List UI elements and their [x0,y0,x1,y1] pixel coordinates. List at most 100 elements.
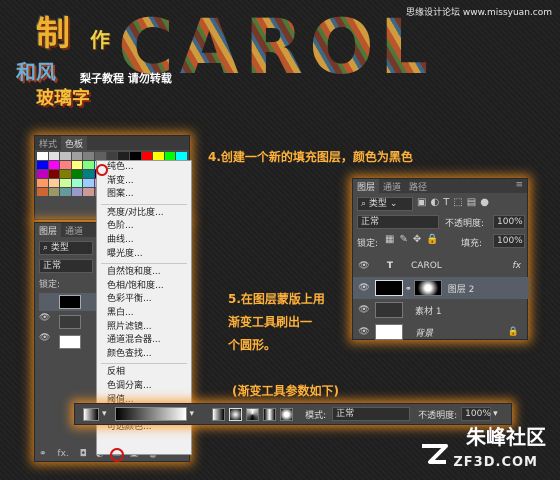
layer-mask-thumb[interactable] [413,280,442,296]
lock-pixels-icon[interactable]: ▦ [385,234,399,245]
menu-item[interactable]: 黑白... [97,307,191,321]
link-icon[interactable]: ⚭ [405,284,412,293]
chevron-down-icon[interactable]: ▾ [102,409,107,419]
color-swatch[interactable] [71,152,83,160]
move-icon[interactable]: ✥ [413,234,426,245]
blend-mode-small[interactable]: 正常 [39,259,93,273]
color-swatch[interactable] [48,152,60,160]
color-swatch[interactable] [95,152,106,160]
blend-mode-select[interactable]: 正常 [357,215,439,229]
color-swatch[interactable] [71,170,83,178]
color-swatch[interactable] [118,152,129,160]
menu-item[interactable]: 色阶... [97,220,191,234]
menu-item[interactable]: 色彩平衡... [97,293,191,307]
color-swatch[interactable] [83,161,95,169]
color-swatch[interactable] [60,152,71,160]
layer-row-background[interactable]: 👁 背景 🔒 [353,321,529,343]
eye-icon[interactable]: 👁 [357,327,371,337]
eye-icon[interactable]: 👁 [39,313,50,323]
filter-toggle-icon[interactable]: ● [480,197,493,208]
color-swatch[interactable] [83,152,95,160]
menu-item[interactable]: 照片滤镜... [97,321,191,335]
color-swatch[interactable] [60,179,71,187]
eye-icon[interactable]: 👁 [39,333,50,343]
tab-channels-small[interactable]: 通道 [61,223,87,237]
mask-icon[interactable]: ◘ [80,449,87,459]
fx-icon[interactable]: fx [513,261,522,271]
color-swatch[interactable] [83,188,95,196]
menu-item[interactable]: 曲线... [97,234,191,248]
color-swatch[interactable] [60,161,71,169]
color-swatch[interactable] [106,152,118,160]
layer-row-small[interactable]: 👁 [39,333,97,351]
color-swatch[interactable] [71,188,83,196]
eye-icon[interactable]: 👁 [357,305,371,315]
color-swatch[interactable] [37,161,48,169]
fill-input[interactable]: 100% [493,234,525,248]
color-swatch[interactable] [83,179,95,187]
menu-item[interactable]: 通道混合器... [97,334,191,348]
eye-icon[interactable]: 👁 [357,261,371,271]
color-swatch[interactable] [37,152,48,160]
diamond-gradient-icon[interactable] [280,407,294,421]
angle-gradient-icon[interactable] [246,407,260,421]
tab-paths[interactable]: 路径 [405,179,431,193]
color-swatch[interactable] [176,152,187,160]
color-swatch[interactable] [129,152,141,160]
color-swatch[interactable] [48,188,60,196]
color-swatch[interactable] [71,161,83,169]
color-swatch[interactable] [60,170,71,178]
gradient-tool-icon[interactable] [83,407,99,421]
type-filter-icon[interactable]: T [443,197,453,208]
menu-item[interactable]: 亮度/对比度... [97,207,191,221]
layer-row-small[interactable] [39,293,97,311]
kind-filter[interactable]: ⌕ 类型 ⌄ [357,197,413,211]
chevron-down-icon[interactable]: ▾ [190,409,195,419]
reflected-gradient-icon[interactable] [263,407,277,421]
radial-gradient-icon[interactable] [229,407,243,421]
color-swatch[interactable] [60,188,71,196]
layer-row-layer2[interactable]: 👁 ⚭ 图层 2 [353,277,529,299]
menu-item[interactable]: 色相/饱和度... [97,280,191,294]
opacity-input[interactable]: 100% [461,407,492,421]
menu-item[interactable]: 反相 [97,366,191,380]
menu-item[interactable]: 曝光度... [97,248,191,262]
linear-gradient-icon[interactable] [212,407,226,421]
lock-icon[interactable]: 🔒 [426,234,443,245]
kind-filter-small[interactable]: ⌕ 类型 [39,241,93,255]
link-icon[interactable]: ⚭ [39,449,47,459]
color-swatch[interactable] [37,170,48,178]
color-swatch[interactable] [37,188,48,196]
menu-item[interactable]: 图案... [97,188,191,202]
shape-filter-icon[interactable]: ⬚ [453,197,466,208]
menu-item[interactable]: 渐变... [97,175,191,189]
adjustment-filter-icon[interactable]: ◐ [430,197,443,208]
color-swatch[interactable] [48,179,60,187]
menu-item[interactable]: 纯色... [97,161,191,175]
layer-row-material1[interactable]: 👁 素材 1 [353,299,529,321]
fx-icon[interactable]: fx. [57,449,68,459]
chevron-down-icon[interactable]: ▾ [493,409,498,419]
color-swatch[interactable] [37,179,48,187]
smart-filter-icon[interactable]: ▤ [467,197,480,208]
menu-item[interactable]: 色调分离... [97,380,191,394]
layer-row-carol[interactable]: 👁 T CAROL fx [353,255,529,277]
brush-icon[interactable]: ✎ [399,234,412,245]
color-swatch[interactable] [48,161,60,169]
menu-item[interactable]: 自然饱和度... [97,266,191,280]
tab-layers-small[interactable]: 图层 [35,223,62,237]
color-swatch[interactable] [48,170,60,178]
menu-item[interactable]: 颜色查找... [97,348,191,362]
tab-styles[interactable]: 样式 [35,136,61,150]
layer-row-small[interactable]: 👁 [39,313,97,331]
color-swatch[interactable] [141,152,153,160]
tab-swatches[interactable]: 色板 [61,136,88,150]
pixel-filter-icon[interactable]: ▣ [417,197,430,208]
panel-menu-icon[interactable]: ≡ [511,179,527,193]
color-swatch[interactable] [71,179,83,187]
tab-layers[interactable]: 图层 [353,179,380,193]
mode-select[interactable]: 正常 [332,407,411,421]
tab-channels[interactable]: 通道 [379,179,405,193]
color-swatch[interactable] [164,152,176,160]
opacity-input[interactable]: 100% [493,215,525,229]
